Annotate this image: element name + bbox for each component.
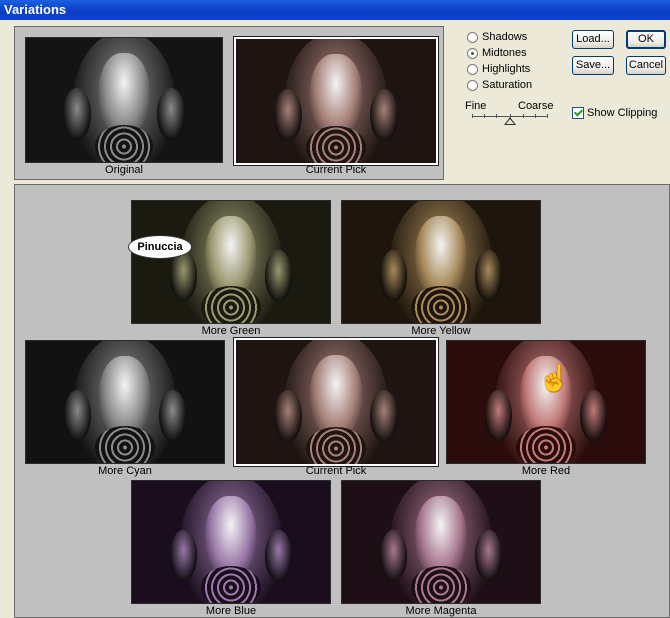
side-figure-left xyxy=(274,389,302,442)
saturation-label: Saturation xyxy=(482,79,533,91)
side-figure-left xyxy=(63,389,92,442)
side-figure-right xyxy=(158,389,187,442)
hand-pointer-icon: ☝ xyxy=(538,363,571,393)
side-figure-right xyxy=(370,88,398,141)
rings-pattern xyxy=(94,124,154,162)
side-figure-left xyxy=(63,87,91,140)
side-figure-right xyxy=(157,87,185,140)
checkmark-icon[interactable] xyxy=(572,107,584,119)
rings-pattern xyxy=(201,286,261,323)
midtones-radio-button[interactable] xyxy=(467,47,478,59)
current-pick-caption: Current Pick xyxy=(305,164,367,176)
rings-pattern xyxy=(516,426,576,463)
saturation-radio[interactable]: Saturation xyxy=(467,78,532,92)
slider-thumb[interactable] xyxy=(504,117,516,125)
original-thumbnail xyxy=(25,37,223,163)
side-figure-right xyxy=(370,389,398,442)
ok-button[interactable]: OK xyxy=(626,30,666,49)
highlights-radio[interactable]: Highlights xyxy=(467,62,530,76)
side-figure-left xyxy=(379,249,408,302)
shadows-radio[interactable]: Shadows xyxy=(467,30,527,44)
rings-pattern xyxy=(201,566,261,603)
side-figure-right xyxy=(264,529,293,582)
current-pick-thumbnail xyxy=(233,36,439,166)
more-red-thumbnail[interactable] xyxy=(446,340,646,464)
side-figure-right xyxy=(264,249,293,302)
slider-tick xyxy=(547,114,548,118)
show-clipping-checkbox[interactable]: Show Clipping xyxy=(572,106,657,120)
midtones-radio[interactable]: Midtones xyxy=(467,46,527,60)
original-caption: Original xyxy=(105,164,143,176)
load-button[interactable]: Load... xyxy=(572,30,614,49)
show-clipping-label: Show Clipping xyxy=(587,107,658,119)
slider-tick xyxy=(496,114,497,118)
current-pick-variation-thumbnail[interactable] xyxy=(233,337,439,467)
highlights-radio-button[interactable] xyxy=(467,63,478,75)
more-magenta-thumbnail[interactable] xyxy=(341,480,541,604)
window-title: Variations xyxy=(4,2,67,17)
more-magenta-caption: More Magenta xyxy=(405,605,477,617)
side-figure-left xyxy=(484,389,513,442)
more-green-caption: More Green xyxy=(201,325,261,337)
rings-pattern xyxy=(306,125,366,163)
rings-pattern xyxy=(306,426,366,464)
rings-pattern xyxy=(411,286,471,323)
watermark-badge: Pinuccia xyxy=(129,236,191,258)
watermark-text: Pinuccia xyxy=(137,241,183,253)
more-green-thumbnail[interactable] xyxy=(131,200,331,324)
title-bar: Variations xyxy=(0,0,670,20)
variations-panel: More Green More Yellow More Cyan Current… xyxy=(14,184,670,618)
preview-panel: Original Current Pick xyxy=(14,26,444,180)
side-figure-left xyxy=(169,249,198,302)
more-blue-caption: More Blue xyxy=(205,605,257,617)
more-blue-thumbnail[interactable] xyxy=(131,480,331,604)
slider-tick xyxy=(472,114,473,118)
fine-coarse-slider[interactable] xyxy=(470,112,550,128)
slider-tick xyxy=(484,114,485,118)
rings-pattern xyxy=(411,566,471,603)
side-figure-left xyxy=(169,529,198,582)
rings-pattern xyxy=(95,426,155,463)
more-red-caption: More Red xyxy=(521,465,571,477)
saturation-radio-button[interactable] xyxy=(467,79,478,91)
side-figure-right xyxy=(579,389,608,442)
more-yellow-thumbnail[interactable] xyxy=(341,200,541,324)
save-button[interactable]: Save... xyxy=(572,56,614,75)
more-yellow-caption: More Yellow xyxy=(411,325,471,337)
midtones-label: Midtones xyxy=(482,47,527,59)
cancel-button[interactable]: Cancel xyxy=(626,56,666,75)
slider-tick xyxy=(523,114,524,118)
highlights-label: Highlights xyxy=(482,63,531,75)
slider-tick xyxy=(535,114,536,118)
current-pick-variation-caption: Current Pick xyxy=(305,465,367,477)
side-figure-left xyxy=(274,88,302,141)
side-figure-right xyxy=(474,249,503,302)
more-cyan-thumbnail[interactable] xyxy=(25,340,225,464)
more-cyan-caption: More Cyan xyxy=(98,465,152,477)
shadows-radio-button[interactable] xyxy=(467,31,478,43)
side-figure-right xyxy=(474,529,503,582)
shadows-label: Shadows xyxy=(482,31,528,43)
side-figure-left xyxy=(379,529,408,582)
